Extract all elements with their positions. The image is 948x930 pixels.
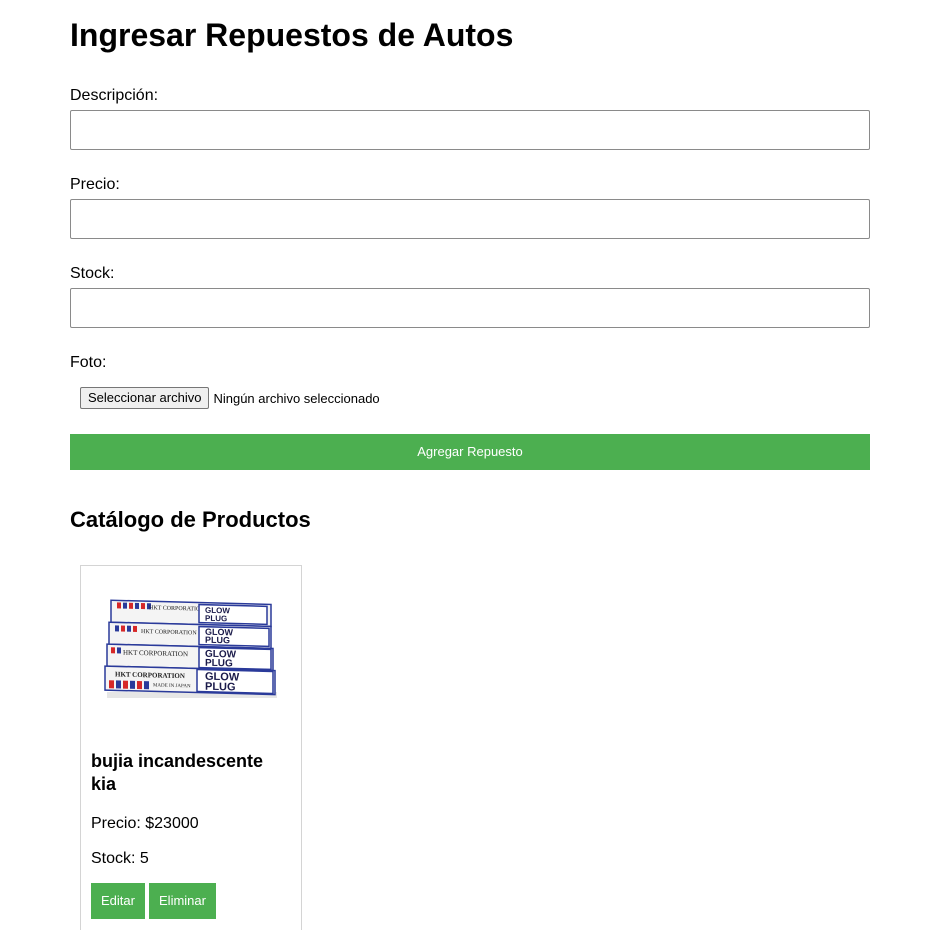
svg-text:PLUG: PLUG [205,614,227,624]
page-title: Ingresar Repuestos de Autos [70,17,514,53]
file-input[interactable]: Seleccionar archivo Ningún archivo selec… [80,387,380,409]
catalog-title: Catálogo de Productos [70,507,311,532]
stock-label: Stock: [70,265,115,282]
product-name: bujia incandescente kia [91,751,264,794]
description-label: Descripción: [70,87,159,104]
product-price: Precio: $23000 [91,815,199,832]
svg-text:MADE IN JAPAN: MADE IN JAPAN [153,683,191,689]
photo-label: Foto: [70,354,107,371]
edit-button[interactable]: Editar [91,883,145,919]
product-card: HKT CORPORATION GLOW PLUG HKT CORPORATIO… [80,565,302,930]
add-part-button[interactable]: Agregar Repuesto [70,434,870,470]
svg-text:PLUG: PLUG [205,635,230,646]
glow-plug-boxes-photo: HKT CORPORATION GLOW PLUG HKT CORPORATIO… [104,599,277,698]
description-input[interactable] [70,110,870,150]
select-file-button[interactable]: Seleccionar archivo [80,387,210,409]
page: Ingresar Repuestos de Autos Descripción:… [0,0,948,930]
price-label: Precio: [70,176,120,193]
delete-button[interactable]: Eliminar [149,883,216,919]
product-stock: Stock: 5 [91,850,149,867]
svg-text:HKT CORPORATION: HKT CORPORATION [123,649,188,659]
stock-input[interactable] [70,288,870,328]
price-input[interactable] [70,199,870,239]
svg-text:PLUG: PLUG [205,658,233,670]
svg-text:PLUG: PLUG [205,681,236,694]
file-status-text: Ningún archivo seleccionado [213,390,380,406]
